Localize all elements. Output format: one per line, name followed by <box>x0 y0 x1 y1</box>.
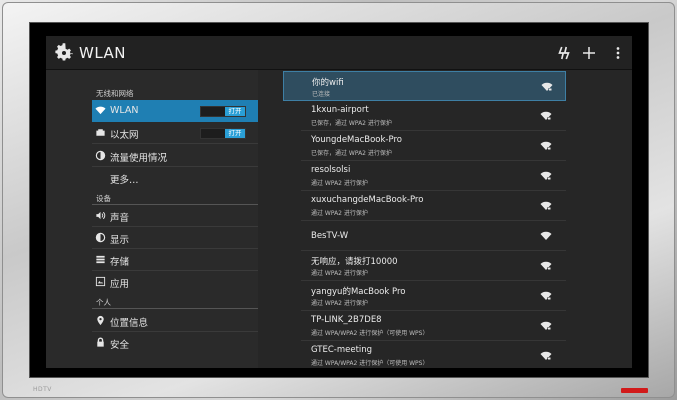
wifi-signal-locked-icon <box>541 82 553 91</box>
network-status: 通过 WPA/WPA2 进行保护（可使用 WPS） <box>311 360 429 367</box>
wifi-icon <box>95 106 106 115</box>
network-status: 通过 WPA2 进行保护 <box>311 210 368 217</box>
network-ssid: 无响应，请拨打10000 <box>311 257 398 267</box>
wifi-signal-locked-icon <box>540 171 552 180</box>
network-item[interactable]: YoungdeMacBook-Pro 已保存，通过 WPA2 进行保护 <box>283 131 566 161</box>
sidebar-item-wlan[interactable]: WLAN 打开 <box>92 100 258 122</box>
action-bar: WLAN <box>46 36 632 70</box>
wifi-signal-locked-icon <box>540 291 552 300</box>
wifi-signal-locked-icon <box>540 351 552 360</box>
add-icon[interactable] <box>580 44 598 62</box>
overflow-menu-icon[interactable] <box>609 44 627 62</box>
network-ssid: BesTV-W <box>311 231 349 241</box>
sidebar-item-location[interactable]: 位置信息 <box>92 310 258 332</box>
wifi-signal-locked-icon <box>540 201 552 210</box>
power-indicator-led <box>621 388 648 393</box>
sidebar-item-apps[interactable]: 应用 <box>92 271 258 293</box>
sidebar-item-data-usage[interactable]: 流量使用情况 <box>92 145 258 167</box>
sidebar-item-label: 更多… <box>110 175 139 186</box>
wifi-signal-locked-icon <box>540 261 552 270</box>
sidebar-item-sound[interactable]: 声音 <box>92 205 258 227</box>
sidebar-item-security[interactable]: 安全 <box>92 332 258 354</box>
network-item-open[interactable]: BesTV-W <box>283 221 566 251</box>
network-status: 通过 WPA2 进行保护 <box>311 180 368 187</box>
wifi-signal-locked-icon <box>540 321 552 330</box>
network-status: 通过 WPA2 进行保护 <box>311 300 368 307</box>
network-ssid: yangyu的MacBook Pro <box>311 287 406 297</box>
network-ssid: xuxuchangdeMacBook-Pro <box>311 195 424 205</box>
network-item[interactable]: 1kxun-airport 已保存，通过 WPA2 进行保护 <box>283 101 566 131</box>
toggle-on-label: 打开 <box>225 107 245 116</box>
network-item-connected[interactable]: 你的wifi 已连接 <box>283 71 566 101</box>
hdtv-label: HDTV <box>33 386 52 393</box>
data-usage-icon <box>95 150 106 161</box>
section-header-wireless: 无线和网络 <box>96 89 134 98</box>
network-ssid: TP-LINK_2B7DE8 <box>311 315 382 325</box>
network-status: 已保存，通过 WPA2 进行保护 <box>311 150 392 157</box>
sidebar-item-label: 显示 <box>110 235 130 246</box>
volume-icon <box>96 211 106 220</box>
ethernet-toggle[interactable]: 打开 <box>200 128 246 139</box>
network-ssid: 1kxun-airport <box>311 105 369 115</box>
settings-sidebar: 无线和网络 WLAN 打开 以太网 打开 流量使用情况 更多… 设备 声音 显示… <box>46 70 258 368</box>
sidebar-item-more[interactable]: 更多… <box>92 167 258 189</box>
network-item[interactable]: GTEC-meeting 通过 WPA/WPA2 进行保护（可使用 WPS） <box>283 341 566 368</box>
wps-icon[interactable] <box>555 44 573 62</box>
divider <box>92 143 258 144</box>
network-item[interactable]: yangyu的MacBook Pro 通过 WPA2 进行保护 <box>283 281 566 311</box>
ethernet-icon <box>96 129 105 136</box>
network-ssid: 你的wifi <box>312 78 344 88</box>
network-item[interactable]: 无响应，请拨打10000 通过 WPA2 进行保护 <box>283 251 566 281</box>
sidebar-item-label: 位置信息 <box>110 318 149 329</box>
network-status: 已保存，通过 WPA2 进行保护 <box>311 120 392 127</box>
network-ssid: YoungdeMacBook-Pro <box>311 135 402 145</box>
network-ssid: resolsolsi <box>311 165 351 175</box>
network-status: 通过 WPA2 进行保护 <box>311 270 368 277</box>
sidebar-item-label: WLAN <box>110 105 139 116</box>
wifi-signal-locked-icon <box>540 141 552 150</box>
section-header-personal: 个人 <box>96 298 111 307</box>
wifi-signal-icon <box>540 231 552 240</box>
sidebar-item-label: 流量使用情况 <box>110 153 168 164</box>
gear-icon[interactable] <box>53 42 75 64</box>
sidebar-item-label: 存储 <box>110 257 130 268</box>
sidebar-item-label: 声音 <box>110 213 130 224</box>
network-item[interactable]: TP-LINK_2B7DE8 通过 WPA/WPA2 进行保护（可使用 WPS） <box>283 311 566 341</box>
storage-icon <box>96 255 105 264</box>
wlan-toggle[interactable]: 打开 <box>200 106 246 117</box>
sidebar-item-display[interactable]: 显示 <box>92 227 258 249</box>
display-icon <box>95 232 106 243</box>
page-title: WLAN <box>79 44 127 62</box>
network-status: 通过 WPA/WPA2 进行保护（可使用 WPS） <box>311 330 429 337</box>
network-item[interactable]: resolsolsi 通过 WPA2 进行保护 <box>283 161 566 191</box>
settings-screen: WLAN 无线和网络 WLAN 打开 以太网 打开 流量使用情况 更多… 设备 … <box>46 36 632 368</box>
network-status: 已连接 <box>312 91 331 98</box>
wifi-signal-locked-icon <box>540 111 552 120</box>
sidebar-item-label: 安全 <box>110 340 130 351</box>
toggle-on-label: 打开 <box>225 129 245 138</box>
divider <box>92 308 258 309</box>
location-icon <box>97 315 104 326</box>
sidebar-item-ethernet[interactable]: 以太网 打开 <box>92 122 258 144</box>
sidebar-item-label: 以太网 <box>110 130 139 141</box>
sidebar-item-storage[interactable]: 存储 <box>92 249 258 271</box>
lock-icon <box>97 337 104 347</box>
section-header-device: 设备 <box>96 194 111 203</box>
network-list: 你的wifi 已连接 1kxun-airport 已保存，通过 WPA2 进行保… <box>258 70 632 368</box>
sidebar-item-label: 应用 <box>110 279 130 290</box>
network-ssid: GTEC-meeting <box>311 345 373 355</box>
apps-icon <box>95 276 106 287</box>
network-item[interactable]: xuxuchangdeMacBook-Pro 通过 WPA2 进行保护 <box>283 191 566 221</box>
